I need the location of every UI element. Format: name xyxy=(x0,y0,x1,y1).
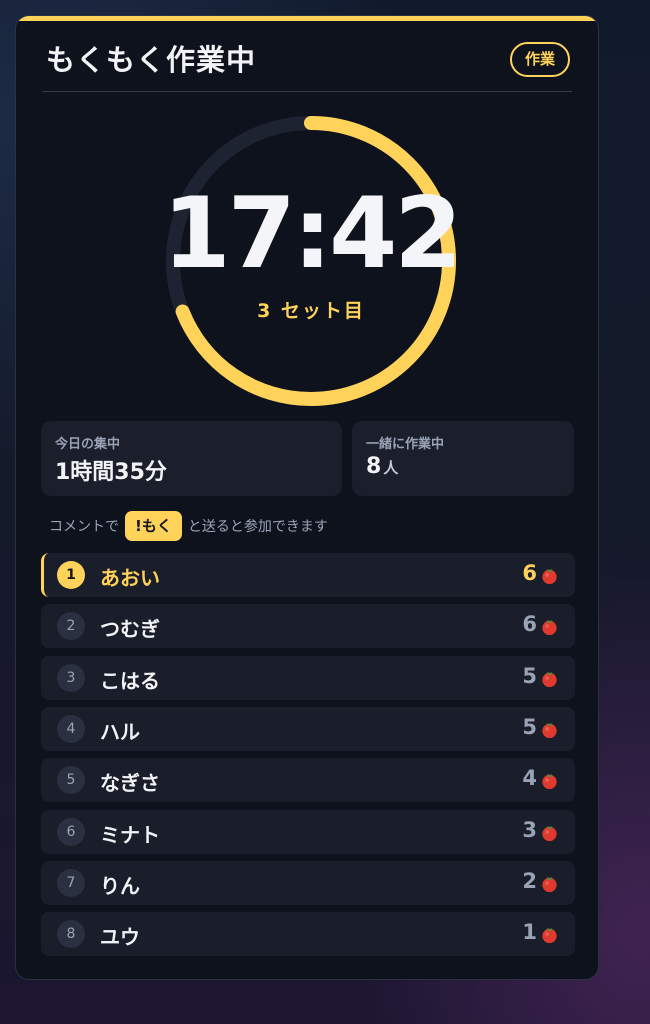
rank-number: 4 xyxy=(57,714,85,743)
ranking-row: 3 こはる 5 xyxy=(41,655,575,700)
header-divider xyxy=(42,91,572,92)
join-hint: コメントで !もく と送ると参加できます xyxy=(49,511,328,541)
ranking-row: 6 ミナト 3 xyxy=(41,809,575,854)
pomodoro-card: もくもく作業中 作業 17:42 3 セット目 今日の集中 1時間35分 一緒に… xyxy=(15,15,599,980)
tomato-icon xyxy=(542,568,557,585)
participant-name: こはる xyxy=(100,668,160,693)
card-accent-bar xyxy=(16,16,598,21)
focus-stat-value: 1時間35分 xyxy=(55,460,167,485)
rank-number: 5 xyxy=(57,766,85,795)
rank-number: 8 xyxy=(57,920,85,949)
pomodoro-count: 5 xyxy=(522,714,537,739)
tomato-icon xyxy=(542,774,557,790)
pomodoro-count: 2 xyxy=(522,868,537,893)
pomodoro-count: 1 xyxy=(522,920,537,945)
tomato-icon xyxy=(542,620,557,636)
together-count: 8 xyxy=(366,454,382,479)
rank-number: 1 xyxy=(57,561,85,589)
rank-number: 6 xyxy=(57,817,85,846)
set-counter: 3 セット目 xyxy=(257,300,365,322)
ranking-row: 4 ハル 5 xyxy=(41,706,575,751)
together-stat-value: 8人 xyxy=(366,454,398,479)
pomodoro-count: 3 xyxy=(522,817,537,842)
pomodoro-count: 5 xyxy=(522,663,537,688)
participant-name: りん xyxy=(100,873,140,898)
join-command-chip: !もく xyxy=(125,511,182,541)
tomato-icon xyxy=(542,825,557,841)
timer-ring: 17:42 3 セット目 xyxy=(161,111,462,411)
tomato-icon xyxy=(542,722,557,738)
ranking-row: 5 なぎさ 4 xyxy=(41,758,575,803)
participant-name: ハル xyxy=(100,719,140,744)
together-stat-card: 一緒に作業中 8人 xyxy=(352,421,574,496)
rank-number: 3 xyxy=(57,663,85,692)
tomato-icon xyxy=(542,876,557,892)
participant-name: あおい xyxy=(100,566,160,590)
participant-name: なぎさ xyxy=(100,771,160,796)
ranking-row: 1 あおい 6 xyxy=(41,553,575,597)
ranking-row: 8 ユウ 1 xyxy=(41,912,575,957)
join-hint-before: コメントで xyxy=(49,519,119,535)
ranking-row: 7 りん 2 xyxy=(41,860,575,905)
together-unit: 人 xyxy=(383,459,399,477)
focus-stat-label: 今日の集中 xyxy=(55,437,121,452)
participant-name: ユウ xyxy=(100,925,140,950)
pomodoro-count: 6 xyxy=(522,561,537,585)
focus-stat-card: 今日の集中 1時間35分 xyxy=(41,421,342,496)
card-header: もくもく作業中 作業 xyxy=(42,40,572,84)
pomodoro-count: 6 xyxy=(522,612,537,637)
pomodoro-count: 4 xyxy=(522,766,537,791)
timer-time: 17:42 xyxy=(162,177,463,291)
together-stat-label: 一緒に作業中 xyxy=(366,437,445,452)
join-hint-after: と送ると参加できます xyxy=(187,519,328,535)
mode-badge: 作業 xyxy=(509,42,570,77)
participant-name: ミナト xyxy=(100,822,160,847)
rank-number: 2 xyxy=(57,612,85,641)
tomato-icon xyxy=(542,671,557,687)
ranking-row: 2 つむぎ 6 xyxy=(41,604,575,649)
page-title: もくもく作業中 xyxy=(46,43,257,77)
tomato-icon xyxy=(542,927,557,944)
rank-number: 7 xyxy=(57,868,85,897)
participant-name: つむぎ xyxy=(100,617,160,642)
